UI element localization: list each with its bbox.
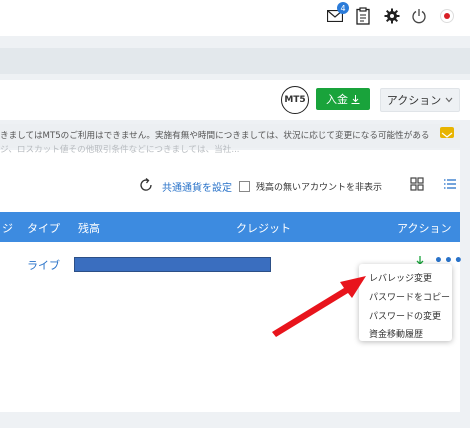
notification-badge: 4 — [337, 2, 349, 14]
menu-item-change-password[interactable]: パスワードの変更 — [369, 309, 441, 322]
clipboard-icon[interactable] — [353, 6, 373, 26]
notice-mail-icon[interactable] — [440, 127, 454, 138]
annotation-arrow-icon — [272, 276, 366, 337]
download-icon — [351, 94, 360, 104]
account-type-cell[interactable]: ライブ — [27, 257, 60, 273]
column-header-type: タイプ — [27, 222, 60, 235]
set-common-currency-link[interactable]: 共通通貨を設定 — [162, 179, 232, 194]
menu-item-change-leverage[interactable]: レバレッジ変更 — [369, 271, 432, 284]
chevron-down-icon — [445, 97, 453, 103]
notice-text-faded: ジ、ロスカット値その他取引条件などにつきましては、当社... — [0, 145, 240, 155]
action-label: アクション — [386, 94, 442, 107]
table-header: ジ タイプ 残高 クレジット アクション — [0, 212, 460, 242]
platform-badge: MT5 — [281, 86, 309, 114]
column-header-credit: クレジット — [236, 222, 291, 235]
column-header-balance: 残高 — [78, 222, 100, 235]
deposit-button[interactable]: 入金 — [316, 88, 370, 110]
menu-item-copy-password[interactable]: パスワードをコピー — [369, 290, 450, 303]
header-band — [0, 48, 470, 74]
power-icon[interactable] — [409, 6, 429, 26]
hide-zero-balance-checkbox[interactable] — [239, 181, 250, 192]
action-menu: レバレッジ変更 パスワードをコピー パスワードの変更 資金移動履歴 — [359, 264, 452, 341]
gear-icon[interactable] — [382, 6, 402, 26]
action-dropdown-button[interactable]: アクション — [380, 88, 460, 112]
deposit-label: 入金 — [326, 93, 348, 106]
redacted-balance-bar — [74, 257, 271, 272]
notice-text: きましてはMT5のご利用はできません。実施有無や時間につきましては、状況に応じて… — [0, 131, 430, 141]
column-header: ジ — [2, 222, 13, 235]
column-header-action: アクション — [397, 222, 452, 235]
hide-zero-balance-label: 残高の無いアカウントを非表示 — [256, 183, 383, 193]
menu-item-fund-transfer-history[interactable]: 資金移動履歴 — [369, 327, 423, 340]
list-view-icon[interactable] — [443, 176, 459, 192]
grid-view-icon[interactable] — [410, 176, 426, 192]
flag-japan-icon[interactable] — [437, 6, 457, 26]
refresh-icon[interactable] — [138, 177, 154, 193]
